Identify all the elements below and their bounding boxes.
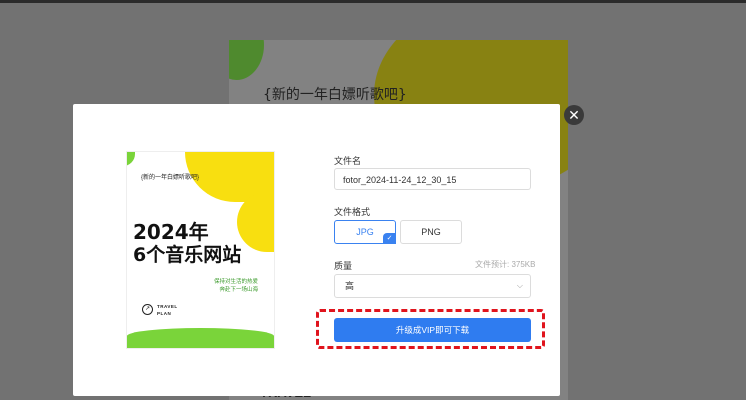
poster-travel-text: TRAVEL <box>157 304 178 309</box>
format-png-label: PNG <box>421 227 441 237</box>
quality-label: 质量 <box>334 261 353 271</box>
background-title: {新的一年白嫖听歌吧} <box>263 87 407 103</box>
poster-tagline-2: 奔赴下一场山海 <box>219 287 258 293</box>
chevron-down-icon: ⌵ <box>516 281 523 290</box>
top-bar <box>0 0 746 3</box>
close-icon[interactable]: ✕ <box>564 105 584 125</box>
arrow-icon: ↗ <box>142 304 153 315</box>
format-label: 文件格式 <box>334 207 371 217</box>
quality-select[interactable]: 高 ⌵ <box>334 274 531 298</box>
download-dialog: {新的一年白嫖听歌吧} 2024年 6个音乐网站 保持对生活的热爱 奔赴下一场山… <box>73 104 560 396</box>
format-jpg-label: JPG <box>356 227 374 237</box>
poster-green-corner <box>127 152 135 166</box>
poster-subtitle: {新的一年白嫖听歌吧} <box>141 175 200 181</box>
poster-plan-text: PLAN <box>157 311 172 316</box>
check-icon: ✓ <box>383 233 396 244</box>
preview-image: {新的一年白嫖听歌吧} 2024年 6个音乐网站 保持对生活的热爱 奔赴下一场山… <box>127 152 274 348</box>
filename-label: 文件名 <box>334 156 362 166</box>
file-size-hint: 文件预计: 375KB <box>475 260 536 269</box>
poster-travel-plan: TRAVEL PLAN <box>157 303 178 317</box>
filename-field[interactable]: fotor_2024-11-24_12_30_15 <box>334 168 531 190</box>
poster-green-bottom <box>127 328 274 348</box>
upgrade-download-button[interactable]: 升级成VIP即可下载 <box>334 318 531 342</box>
poster-tagline-1: 保持对生活的热爱 <box>213 279 258 285</box>
format-option-jpg[interactable]: JPG ✓ <box>334 220 396 244</box>
quality-value: 高 <box>345 281 355 291</box>
poster-headline-2: 6个音乐网站 <box>133 244 242 266</box>
bg-green-shape <box>229 40 264 80</box>
format-option-png[interactable]: PNG <box>400 220 462 244</box>
